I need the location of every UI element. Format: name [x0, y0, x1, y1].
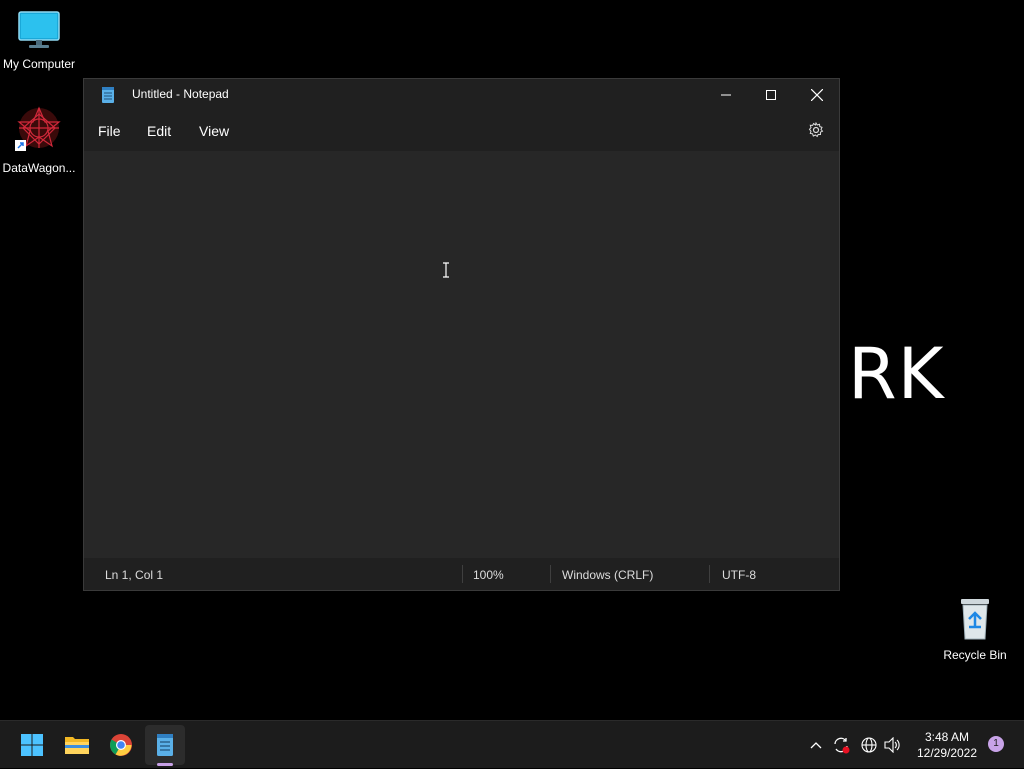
windows-logo-icon — [21, 734, 43, 756]
text-editor[interactable] — [84, 151, 839, 558]
desktop-icon-my-computer[interactable]: My Computer — [0, 10, 79, 71]
desktop-icon-label: My Computer — [2, 57, 76, 71]
status-cursor-position: Ln 1, Col 1 — [105, 568, 164, 582]
sync-tray-button[interactable] — [831, 721, 851, 769]
desktop-icon-label: Recycle Bin — [943, 648, 1007, 662]
close-icon — [811, 89, 823, 101]
notepad-icon — [157, 734, 173, 756]
maximize-icon — [766, 90, 776, 100]
start-button[interactable] — [12, 725, 52, 765]
clock-date: 12/29/2022 — [916, 746, 978, 760]
status-zoom: 100% — [473, 568, 504, 582]
title-bar[interactable]: Untitled - Notepad — [84, 79, 839, 111]
wallpaper-text: RK — [848, 333, 945, 415]
globe-icon — [861, 737, 877, 753]
menu-file[interactable]: File — [95, 123, 124, 139]
taskbar-file-explorer[interactable] — [57, 725, 97, 765]
close-button[interactable] — [794, 79, 840, 111]
settings-button[interactable] — [808, 121, 824, 143]
desktop-icon-recycle-bin[interactable]: Recycle Bin — [935, 597, 1015, 662]
taskbar-notepad[interactable] — [145, 725, 185, 765]
clock-time: 3:48 AM — [924, 730, 970, 744]
folder-icon — [65, 737, 89, 754]
menu-edit[interactable]: Edit — [144, 123, 174, 139]
text-cursor-icon — [442, 262, 450, 283]
recycle-bin-icon — [961, 599, 989, 640]
gear-icon — [808, 121, 824, 138]
notepad-window: Untitled - Notepad File Edit View Ln 1, … — [83, 78, 840, 591]
status-line-endings: Windows (CRLF) — [562, 568, 654, 582]
status-divider — [550, 565, 551, 583]
status-divider — [709, 565, 710, 583]
window-title: Untitled - Notepad — [132, 87, 229, 101]
notification-badge[interactable]: 1 — [988, 736, 1004, 752]
status-encoding: UTF-8 — [722, 568, 756, 582]
sync-alert-icon — [834, 737, 850, 754]
show-hidden-icons-button[interactable] — [806, 721, 826, 769]
desktop-icon-datawagon[interactable]: DataWagon... — [0, 106, 79, 175]
datawagon-logo-icon — [15, 106, 61, 151]
taskbar-chrome[interactable] — [101, 725, 141, 765]
active-app-indicator — [157, 763, 173, 766]
clock[interactable]: 3:48 AM 12/29/2022 — [912, 729, 982, 761]
chevron-up-icon — [810, 742, 822, 749]
network-button[interactable] — [859, 721, 879, 769]
menu-view[interactable]: View — [196, 123, 232, 139]
minimize-button[interactable] — [703, 79, 749, 111]
maximize-button[interactable] — [748, 79, 794, 111]
status-bar: Ln 1, Col 1 100% Windows (CRLF) UTF-8 — [84, 558, 839, 590]
minimize-icon — [721, 94, 731, 96]
chrome-icon — [110, 734, 132, 756]
desktop-icon-label: DataWagon... — [2, 161, 76, 175]
notepad-icon — [101, 87, 115, 108]
monitor-icon — [18, 11, 60, 48]
volume-button[interactable] — [883, 721, 903, 769]
speaker-icon — [884, 737, 900, 753]
taskbar: 3:48 AM 12/29/2022 — [0, 720, 1024, 768]
menu-bar: File Edit View — [84, 111, 839, 151]
status-divider — [462, 565, 463, 583]
